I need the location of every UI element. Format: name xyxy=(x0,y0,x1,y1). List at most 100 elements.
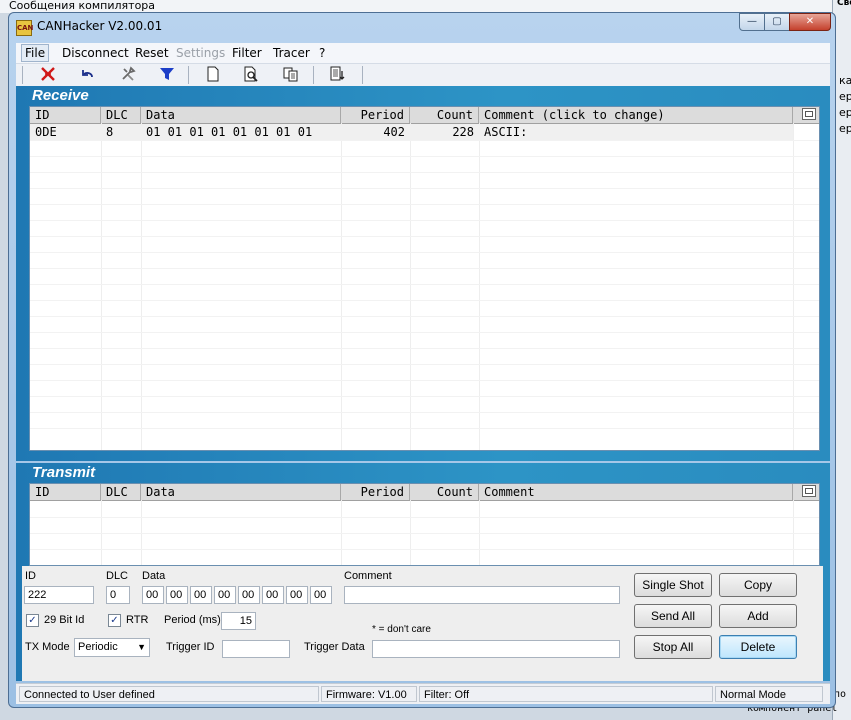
data-byte-input[interactable]: 00 xyxy=(142,586,164,604)
trigger-data-label: Trigger Data xyxy=(304,641,365,653)
maximize-grid-icon[interactable] xyxy=(802,108,816,120)
data-byte-input[interactable]: 00 xyxy=(310,586,332,604)
col-id[interactable]: ID xyxy=(30,484,101,500)
receive-grid[interactable]: ID DLC Data Period Count Comment (click … xyxy=(29,106,820,451)
rtr-checkbox[interactable]: ✓ xyxy=(108,614,121,627)
properties-title: Свойства xyxy=(837,0,851,8)
menu-help[interactable]: ? xyxy=(316,45,328,61)
grid-line xyxy=(30,380,819,381)
maximize-grid-icon[interactable] xyxy=(802,485,816,497)
transmit-form: ID 222 DLC 0 Data 00 00 00 00 00 00 00 0… xyxy=(22,566,823,681)
toolbar-separator xyxy=(362,66,363,84)
copy-icon[interactable] xyxy=(280,66,302,84)
grid-line xyxy=(30,316,819,317)
minimize-button[interactable]: — xyxy=(739,13,765,31)
row-comment[interactable]: ASCII: xyxy=(479,124,779,140)
filter-icon[interactable] xyxy=(156,66,178,84)
new-document-icon[interactable] xyxy=(202,66,224,84)
col-id[interactable]: ID xyxy=(30,107,101,123)
window-title: CANHacker V2.00.01 xyxy=(37,19,163,33)
title-bar[interactable]: CAN CANHacker V2.00.01 — ▢ ✕ xyxy=(9,13,835,41)
col-count[interactable]: Count xyxy=(410,484,479,500)
table-row[interactable]: 0DE 8 01 01 01 01 01 01 01 01 402 228 AS… xyxy=(30,124,793,140)
grid-line xyxy=(30,533,819,534)
menu-tracer[interactable]: Tracer xyxy=(270,45,313,61)
col-data[interactable]: Data xyxy=(141,107,341,123)
properties-snippet: ер xyxy=(839,106,851,119)
send-all-button[interactable]: Send All xyxy=(634,604,712,628)
row-data: 01 01 01 01 01 01 01 01 xyxy=(146,125,313,139)
status-filter: Filter: Off xyxy=(419,686,713,702)
col-period[interactable]: Period xyxy=(341,484,410,500)
grid-line xyxy=(30,156,819,157)
grid-line xyxy=(30,252,819,253)
data-byte-input[interactable]: 00 xyxy=(166,586,188,604)
dlc-input[interactable]: 0 xyxy=(106,586,130,604)
grid-line xyxy=(30,140,819,141)
col-dlc[interactable]: DLC xyxy=(101,484,141,500)
menu-file[interactable]: File xyxy=(21,44,50,62)
tx-mode-select[interactable]: Periodic ▼ xyxy=(74,638,150,657)
stop-all-button[interactable]: Stop All xyxy=(634,635,712,659)
tx-mode-label: TX Mode xyxy=(25,641,70,653)
tx-mode-value: Periodic xyxy=(78,641,118,653)
log-icon[interactable] xyxy=(326,66,348,84)
col-data[interactable]: Data xyxy=(141,484,341,500)
col-count[interactable]: Count xyxy=(410,107,479,123)
data-byte-input[interactable]: 00 xyxy=(190,586,212,604)
grid-line xyxy=(30,412,819,413)
transmit-grid[interactable]: ID DLC Data Period Count Comment xyxy=(29,483,820,566)
trigger-id-input[interactable] xyxy=(222,640,290,658)
menu-reset[interactable]: Reset xyxy=(132,45,172,61)
data-byte-input[interactable]: 00 xyxy=(286,586,308,604)
grid-line xyxy=(30,220,819,221)
receive-grid-header: ID DLC Data Period Count Comment (click … xyxy=(30,107,819,124)
grid-line xyxy=(30,517,819,518)
menu-disconnect[interactable]: Disconnect xyxy=(59,45,132,61)
compiler-messages-label: Сообщения компилятора xyxy=(9,0,156,12)
comment-label: Comment xyxy=(344,570,392,582)
add-button[interactable]: Add xyxy=(719,604,797,628)
preview-icon[interactable] xyxy=(240,66,262,84)
single-shot-button[interactable]: Single Shot xyxy=(634,573,712,597)
row-period: 402 xyxy=(383,125,405,139)
data-byte-input[interactable]: 00 xyxy=(262,586,284,604)
toolbar-separator xyxy=(188,66,189,84)
chevron-down-icon: ▼ xyxy=(137,642,146,652)
period-input[interactable]: 15 xyxy=(221,612,256,630)
col-period[interactable]: Period xyxy=(341,107,410,123)
undo-icon[interactable] xyxy=(77,66,99,84)
bit29-label: 29 Bit Id xyxy=(44,614,85,626)
trigger-data-input[interactable] xyxy=(372,640,620,658)
disconnect-icon[interactable] xyxy=(37,66,59,84)
grid-line xyxy=(30,300,819,301)
transmit-title: Transmit xyxy=(32,464,96,481)
copy-button[interactable]: Copy xyxy=(719,573,797,597)
toolbar-separator xyxy=(313,66,314,84)
grid-line xyxy=(30,188,819,189)
properties-snippet: ер xyxy=(839,122,851,135)
menu-filter[interactable]: Filter xyxy=(229,45,265,61)
row-id: 0DE xyxy=(35,125,57,139)
data-byte-input[interactable]: 00 xyxy=(238,586,260,604)
grid-line xyxy=(30,284,819,285)
bit29-checkbox[interactable]: ✓ xyxy=(26,614,39,627)
delete-button[interactable]: Delete xyxy=(719,635,797,659)
col-dlc[interactable]: DLC xyxy=(101,107,141,123)
grid-line xyxy=(30,268,819,269)
period-label: Period (ms) xyxy=(164,614,221,626)
id-input[interactable]: 222 xyxy=(24,586,94,604)
col-comment[interactable]: Comment xyxy=(479,484,793,500)
data-byte-input[interactable]: 00 xyxy=(214,586,236,604)
comment-input[interactable] xyxy=(344,586,620,604)
menu-settings[interactable]: Settings xyxy=(173,45,228,61)
close-button[interactable]: ✕ xyxy=(789,13,831,31)
can-app-icon[interactable]: CAN xyxy=(16,20,33,36)
data-label: Data xyxy=(142,570,166,582)
grid-line xyxy=(30,428,819,429)
col-comment[interactable]: Comment (click to change) xyxy=(479,107,793,123)
grid-line xyxy=(30,364,819,365)
tools-icon[interactable] xyxy=(117,66,139,84)
row-count: 228 xyxy=(452,125,474,139)
maximize-button[interactable]: ▢ xyxy=(764,13,790,31)
